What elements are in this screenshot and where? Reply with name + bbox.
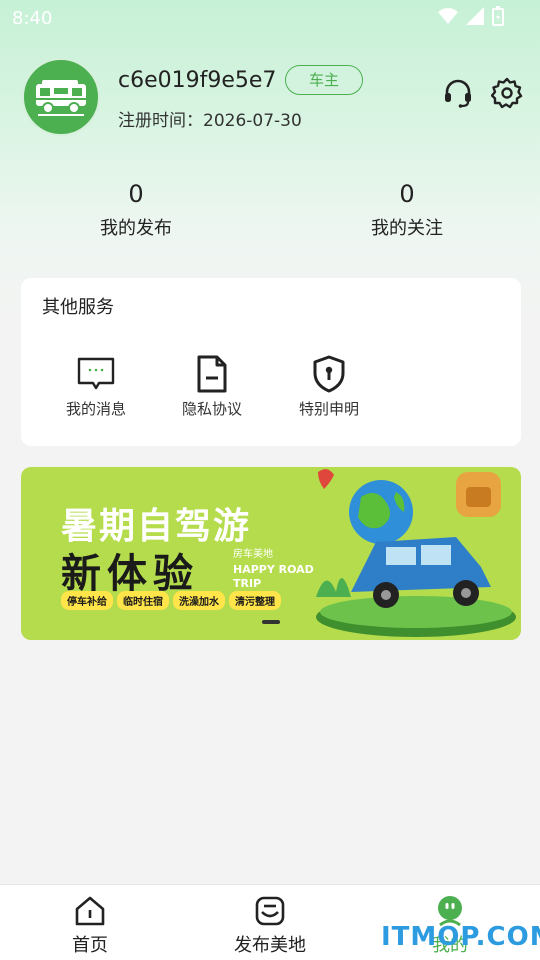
banner-tag: 清污整理	[229, 591, 281, 610]
tab-label: 发布美地	[234, 935, 306, 956]
publish-icon-wrap	[210, 895, 330, 927]
shield-icon	[313, 355, 345, 393]
home-icon	[75, 896, 105, 926]
service-label: 特别申明	[298, 400, 359, 418]
stat-value: 0	[128, 180, 144, 208]
camper-van-icon	[36, 80, 86, 116]
registration-date: 注册时间：2026-07-30	[118, 106, 302, 131]
service-my-messages[interactable]: 我的消息	[41, 354, 151, 419]
home-icon-wrap	[30, 895, 150, 927]
service-privacy-policy[interactable]: 隐私协议	[157, 354, 267, 419]
status-icons	[438, 6, 504, 26]
customer-service-button[interactable]	[441, 76, 475, 110]
battery-icon	[492, 6, 504, 26]
status-bar: 8:40	[0, 0, 540, 36]
banner-brand: 房车美地	[233, 549, 273, 560]
profile-header: c6e019f9e5e7 车主 注册时间：2026-07-30	[22, 58, 523, 138]
registration-value: 2026-07-30	[203, 111, 302, 131]
stat-label: 我的发布	[100, 218, 172, 239]
message-icon	[77, 357, 115, 390]
avatar[interactable]	[22, 58, 100, 136]
road-trip-illustration	[316, 469, 516, 637]
stats-row: 0 我的发布 0 我的关注	[0, 180, 540, 250]
tab-label: 首页	[72, 935, 108, 956]
message-icon-wrap	[41, 354, 151, 394]
stat-value: 0	[399, 180, 415, 208]
other-services-card: 其他服务 我的消息 隐私协议 特别申明	[21, 278, 521, 446]
tab-publish[interactable]: 发布美地	[210, 895, 330, 957]
stat-label: 我的关注	[371, 218, 443, 239]
stat-my-follows[interactable]: 0 我的关注	[327, 180, 487, 240]
banner-tag: 洗澡加水	[173, 591, 225, 610]
document-icon	[197, 355, 227, 393]
publish-icon	[255, 896, 285, 926]
status-time: 8:40	[12, 8, 53, 29]
banner-tag: 停车补给	[61, 591, 113, 610]
wifi-icon	[438, 8, 458, 24]
tab-home[interactable]: 首页	[30, 895, 150, 957]
banner-tag: 临时住宿	[117, 591, 169, 610]
service-special-statement[interactable]: 特别申明	[274, 354, 384, 419]
service-label: 隐私协议	[181, 400, 242, 418]
headset-icon	[445, 79, 471, 108]
settings-button[interactable]	[490, 76, 524, 110]
service-label: 我的消息	[65, 400, 126, 418]
document-icon-wrap	[157, 354, 267, 394]
shield-icon-wrap	[274, 354, 384, 394]
username: c6e019f9e5e7	[118, 68, 277, 93]
role-badge: 车主	[285, 65, 363, 95]
stat-my-posts[interactable]: 0 我的发布	[56, 180, 216, 240]
registration-label: 注册时间：	[118, 111, 203, 131]
watermark: ITMOP.COM	[381, 922, 540, 952]
promo-banner[interactable]: 暑期自驾游 新体验 房车美地 HAPPY ROAD TRIP 停车补给 临时住宿…	[21, 467, 521, 640]
carousel-indicator[interactable]	[262, 620, 280, 624]
banner-tags: 停车补给 临时住宿 洗澡加水 清污整理	[61, 591, 281, 610]
gear-icon	[491, 77, 523, 109]
signal-icon	[466, 7, 484, 25]
services-title: 其他服务	[42, 297, 114, 318]
